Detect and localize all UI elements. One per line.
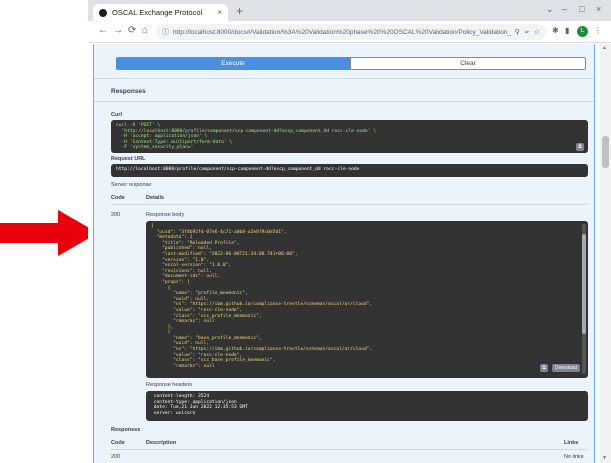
response-headers-label: Response headers xyxy=(146,382,193,388)
request-url-value: http://localhost:8000/profile/component/… xyxy=(116,167,360,172)
response-body-block[interactable]: { "uuid": "3f4b92f4-07e6-4c71-a0b8-a2e8f… xyxy=(146,221,588,378)
extensions-icon[interactable]: ✱ xyxy=(552,26,559,35)
server-response-label: Server response xyxy=(111,182,152,188)
execute-button-row: Execute Clear xyxy=(116,57,586,70)
responses-row-code: 200 xyxy=(111,454,121,460)
new-tab-button[interactable]: + xyxy=(236,4,243,18)
scroll-up-icon[interactable]: ▲ xyxy=(602,45,607,51)
curl-line: curl -X 'POST' \ xyxy=(116,123,161,128)
site-favicon-icon xyxy=(99,8,107,17)
minimize-button[interactable]: – xyxy=(562,4,567,14)
responses-description-header: Description xyxy=(146,440,177,446)
code-column-header: Code xyxy=(111,195,125,201)
forward-button[interactable]: → xyxy=(113,25,123,37)
page-scrollbar[interactable]: ▲ ▼ xyxy=(600,44,611,463)
maximize-button[interactable]: □ xyxy=(579,4,584,14)
search-icon[interactable]: ⚲ xyxy=(515,28,520,36)
site-info-icon[interactable]: ⓘ xyxy=(162,27,169,37)
tab-search-chevron-icon[interactable]: ⌄ xyxy=(546,4,554,15)
clear-button[interactable]: Clear xyxy=(350,57,586,70)
json-line: "revisions": null, xyxy=(151,268,212,274)
divider xyxy=(94,101,594,102)
response-code: 200 xyxy=(111,212,121,218)
address-bar[interactable]: ⓘ http://localhost:8000/docs#/Validation… xyxy=(156,24,546,40)
divider xyxy=(94,78,594,79)
json-line: "uuid": null, xyxy=(151,296,210,302)
curl-line: -H 'accept: application/json' \ xyxy=(116,134,208,140)
curl-label: Curl xyxy=(111,112,122,118)
json-line: }, xyxy=(151,324,174,330)
json-line: "name": "profile_mnemonic", xyxy=(151,291,248,297)
json-line: { xyxy=(151,330,171,336)
json-line: "metadata": { xyxy=(151,235,193,241)
json-line: "remarks": null xyxy=(151,363,215,369)
download-button[interactable]: Download xyxy=(552,364,581,372)
browser-tab-strip: OSCAL Exchange Protocol × + ⌄ – □ × xyxy=(88,0,611,21)
header-line: content-length: 3524 xyxy=(151,394,210,399)
execute-button[interactable]: Execute xyxy=(116,57,350,70)
profile-avatar[interactable]: L xyxy=(577,26,588,37)
json-line: "value": "rocc-cle-node", xyxy=(151,352,243,358)
json-line: "uuid": null, xyxy=(151,341,210,347)
browser-toolbar: ← → ⟳ ⌂ ⓘ http://localhost:8000/docs#/Va… xyxy=(88,21,611,43)
share-icon[interactable]: ➢ xyxy=(524,28,530,36)
url-text: http://localhost:8000/docs#/Validation/%… xyxy=(173,28,511,36)
bookmark-star-icon[interactable]: ☆ xyxy=(534,28,540,36)
responses-heading: Responses xyxy=(111,88,146,95)
json-line: "version": "1.0", xyxy=(151,257,210,263)
response-body-scrollbar[interactable] xyxy=(582,224,586,374)
json-line: "published": null, xyxy=(151,246,212,252)
back-button[interactable]: ← xyxy=(98,25,108,37)
red-arrow-annotation xyxy=(0,210,98,256)
header-line: content-type: application/json xyxy=(151,399,237,405)
reload-button[interactable]: ⟳ xyxy=(128,25,136,37)
responses-code-header: Code xyxy=(111,440,125,446)
curl-code-block[interactable]: curl -X 'POST' \ 'http://localhost:8000/… xyxy=(111,120,588,153)
json-line: { xyxy=(151,285,171,291)
json-line: "ns": "https://ibm.github.io/compliance-… xyxy=(151,302,373,308)
json-line: "uuid": "3f4b92f4-07e6-4c71-a0b8-a2e8f9c… xyxy=(151,229,287,235)
curl-line: -F 'system_security_plan=' xyxy=(116,145,194,151)
scroll-down-icon[interactable]: ▼ xyxy=(602,455,607,461)
close-window-button[interactable]: × xyxy=(596,4,601,14)
header-line: server: uvicorn xyxy=(151,410,196,416)
json-line: { xyxy=(151,224,154,229)
curl-line: 'http://localhost:8000/profile/component… xyxy=(116,128,376,134)
json-line: "ns": "https://ibm.github.io/compliance-… xyxy=(151,347,373,353)
page-scroll-thumb[interactable] xyxy=(602,136,609,168)
divider xyxy=(111,204,588,205)
responses-row-links: No links xyxy=(564,454,584,460)
json-line: "remarks": null xyxy=(151,319,215,325)
header-line: date: Tue,21 Jun 2022 12:35:53 GMT xyxy=(151,405,248,411)
divider xyxy=(111,449,588,450)
json-line: "value": "rocc-cle-node", xyxy=(151,307,243,313)
side-panel-icon[interactable]: ▮ xyxy=(565,26,569,35)
json-line: "class": "scc_profile_mnemonic", xyxy=(151,313,262,319)
json-line: "oscal-version": "1.0.0", xyxy=(151,263,232,269)
browser-tab[interactable]: OSCAL Exchange Protocol × xyxy=(93,4,228,21)
copy-curl-icon[interactable]: ⧉ xyxy=(576,143,584,151)
operation-block: Execute Clear Responses Curl curl -X 'PO… xyxy=(93,44,595,463)
response-body-label: Response body xyxy=(146,212,185,218)
tab-title: OSCAL Exchange Protocol xyxy=(112,8,203,17)
menu-kebab-icon[interactable]: ⋮ xyxy=(594,26,602,35)
response-body-scroll-thumb[interactable] xyxy=(582,234,586,334)
json-line: "class": "scc_base_profile_mnemonic", xyxy=(151,358,276,364)
json-line: "document-ids": null, xyxy=(151,274,221,280)
responses-table-title: Responses xyxy=(111,427,141,433)
request-url-label: Request URL xyxy=(111,156,146,162)
tab-close-icon[interactable]: × xyxy=(217,8,222,17)
request-url-block[interactable]: http://localhost:8000/profile/component/… xyxy=(111,164,588,177)
details-column-header: Details xyxy=(146,195,165,201)
home-button[interactable]: ⌂ xyxy=(142,25,148,37)
response-headers-block[interactable]: content-length: 3524 content-type: appli… xyxy=(146,391,588,421)
responses-links-header: Links xyxy=(564,440,579,446)
copy-body-icon[interactable]: ⧉ xyxy=(540,364,548,372)
json-line: "props": [ xyxy=(151,279,190,285)
swagger-page: Execute Clear Responses Curl curl -X 'PO… xyxy=(88,44,600,463)
json-line: "last-modified": "2022-06-08T21:34:08.74… xyxy=(151,251,298,257)
